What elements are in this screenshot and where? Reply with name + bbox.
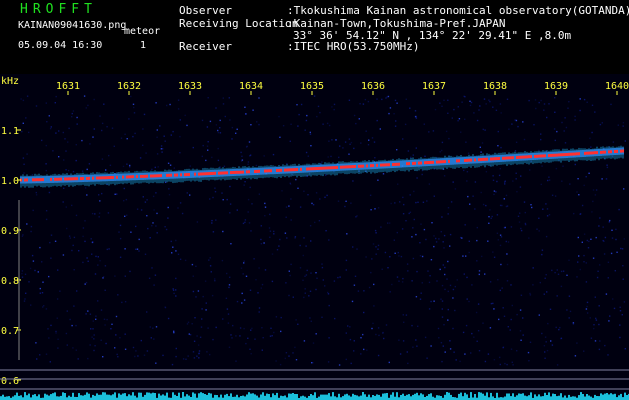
x-tick-label: 1633 — [178, 81, 202, 92]
date-time-label: 05.09.04 16:30 — [18, 40, 103, 51]
y-tick-label: 0.8 — [1, 276, 19, 287]
y-tick-label: 1.0 — [1, 176, 19, 187]
x-tick-label: 1636 — [361, 81, 385, 92]
y-tick-label: 0.6 — [1, 376, 19, 387]
meteor-label: meteor — [124, 26, 161, 37]
location-value: :Kainan-Town,Tokushima-Pref.JAPAN — [287, 17, 506, 30]
y-tick-label: 0.7 — [1, 326, 19, 337]
y-tick-label: 1.1 — [1, 126, 19, 137]
x-tick-label: 1634 — [239, 81, 263, 92]
x-tick-label: 1632 — [117, 81, 141, 92]
x-tick-label: 1640 — [605, 81, 629, 92]
observer-label: Observer — [179, 4, 232, 17]
x-tick-label: 1635 — [300, 81, 324, 92]
receiver-value: :ITEC HRO(53.750MHz) — [287, 40, 420, 53]
meteor-count: 1 — [140, 40, 147, 51]
x-tick-label: 1631 — [56, 81, 80, 92]
x-tick-label: 1639 — [544, 81, 568, 92]
filename-label: KAINAN09041630.png — [18, 20, 127, 31]
x-tick-label: 1638 — [483, 81, 507, 92]
x-tick-label: 1637 — [422, 81, 446, 92]
observer-value: :Tkokushima Kainan astronomical observat… — [287, 4, 629, 17]
location-label: Receiving Location — [179, 17, 299, 30]
spectrogram-plot: 1631 1632 1633 1634 1635 1636 1637 1638 1639 1640… — [0, 74, 629, 400]
receiver-label: Receiver — [179, 40, 232, 53]
y-tick-label: 0.9 — [1, 226, 19, 237]
y-axis-unit: kHz — [1, 76, 19, 87]
app-title: HROFFT — [20, 2, 97, 17]
